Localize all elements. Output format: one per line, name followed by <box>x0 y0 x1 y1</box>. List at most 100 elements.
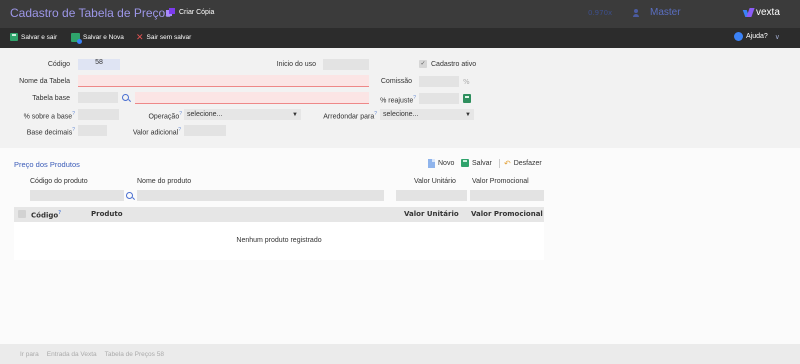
save-exit-button[interactable]: Salvar e sair <box>10 33 57 41</box>
help-button[interactable]: Ajuda? ∨ <box>734 32 780 41</box>
reajuste-label: % reajuste? <box>370 95 416 104</box>
valor-adicional-field[interactable] <box>184 125 226 136</box>
tabela-base-name-field[interactable] <box>135 92 369 104</box>
new-product-label: Novo <box>438 160 455 167</box>
filter-valor-label: Valor Unitário <box>414 178 456 185</box>
help-icon <box>734 32 743 41</box>
search-icon[interactable] <box>126 192 135 201</box>
undo-label: Desfazer <box>513 160 542 167</box>
save-products-button[interactable]: Salvar <box>461 159 492 167</box>
help-mark: ? <box>72 127 75 133</box>
calculator-icon[interactable] <box>463 94 471 103</box>
products-table-header: Código? Produto Valor Unitário Valor Pro… <box>14 207 544 222</box>
comissao-field[interactable] <box>419 76 459 87</box>
col-codigo-header-text: Código <box>31 211 59 220</box>
valor-adicional-label-text: Valor adicional <box>132 129 179 137</box>
sobre-base-label: % sobre a base? <box>4 111 75 120</box>
operacao-select-value: selecione... <box>187 111 223 118</box>
save-icon <box>10 33 18 41</box>
save-new-label: Salvar e Nova <box>83 34 124 41</box>
filter-valor-input[interactable] <box>396 190 467 201</box>
codigo-field[interactable]: 58 <box>78 59 120 70</box>
base-decimais-label-text: Base decimais <box>26 129 73 137</box>
new-document-icon <box>428 159 435 168</box>
cadastro-ativo-checkbox[interactable]: ✓ <box>419 60 427 68</box>
products-section-title: Preço dos Produtos <box>14 160 80 169</box>
sobre-base-field[interactable] <box>78 109 119 120</box>
exit-without-save-button[interactable]: ✕ Sair sem salvar <box>136 33 192 42</box>
exit-without-save-label: Sair sem salvar <box>146 33 192 41</box>
comissao-percent-sign: % <box>463 78 470 86</box>
arredondar-select[interactable]: selecione... ▼ <box>380 109 474 120</box>
new-product-button[interactable]: Novo <box>428 159 454 168</box>
arredondar-label-text: Arredondar para <box>323 113 375 121</box>
help-mark: ? <box>178 127 181 133</box>
user-icon[interactable] <box>632 9 640 17</box>
inicio-uso-field[interactable] <box>323 59 369 70</box>
filter-nome-label: Nome do produto <box>137 178 192 185</box>
filter-codigo-label: Código do produto <box>30 178 88 185</box>
help-mark: ? <box>413 95 416 101</box>
help-mark: ? <box>72 111 75 117</box>
reajuste-field[interactable] <box>419 93 459 104</box>
search-icon[interactable] <box>122 94 131 103</box>
col-promo-header[interactable]: Valor Promocional <box>471 210 543 218</box>
breadcrumb-item[interactable]: Entrada da Vexta <box>47 351 97 358</box>
chevron-down-icon: ∨ <box>774 33 780 41</box>
vexta-logo-icon <box>744 8 754 18</box>
base-decimais-label: Base decimais? <box>4 127 75 136</box>
version-label: 0.970x <box>588 9 613 17</box>
page-title: Cadastro de Tabela de Preços <box>10 6 172 20</box>
select-all-checkbox[interactable] <box>18 210 26 218</box>
operacao-select[interactable]: selecione... ▼ <box>184 109 301 120</box>
col-valor-header[interactable]: Valor Unitário <box>404 210 459 218</box>
help-mark: ? <box>58 210 62 216</box>
toolbar-divider <box>499 159 500 168</box>
breadcrumb-item[interactable]: Ir para <box>20 351 39 358</box>
codigo-label: Código <box>47 61 70 68</box>
operacao-label: Operação? <box>120 111 182 120</box>
empty-state-message: Nenhum produto registrado <box>236 237 322 244</box>
filter-nome-input[interactable] <box>137 190 384 201</box>
nome-tabela-field[interactable] <box>78 75 369 87</box>
copy-icon <box>166 8 175 16</box>
breadcrumb: Ir para Entrada da Vexta Tabela de Preço… <box>0 344 800 364</box>
save-icon <box>461 159 469 167</box>
create-copy-label: Criar Cópia <box>179 8 215 16</box>
filter-promo-label: Valor Promocional <box>472 178 529 185</box>
chevron-down-icon: ▼ <box>465 111 471 118</box>
reajuste-label-text: % reajuste <box>380 97 414 105</box>
undo-icon: ↶ <box>504 159 511 168</box>
undo-button[interactable]: ↶ Desfazer <box>504 159 542 168</box>
comissao-label: Comissão <box>380 78 412 85</box>
products-table-body: Nenhum produto registrado <box>14 222 544 260</box>
cadastro-ativo-label: Cadastro ativo <box>431 61 477 68</box>
save-exit-label: Salvar e sair <box>21 33 58 41</box>
arredondar-select-value: selecione... <box>383 111 419 118</box>
tabela-base-code-field[interactable] <box>78 92 118 103</box>
help-mark: ? <box>374 111 377 117</box>
tabela-base-label: Tabela base <box>32 95 70 102</box>
top-bar: Cadastro de Tabela de Preços Criar Cópia… <box>0 0 800 28</box>
user-name[interactable]: Master <box>650 7 681 18</box>
sobre-base-label-text: % sobre a base <box>23 113 73 121</box>
products-panel: Preço dos Produtos Novo Salvar ↶ Desfaze… <box>0 148 800 344</box>
help-mark: ? <box>179 111 182 117</box>
save-new-button[interactable]: Salvar e Nova <box>71 33 124 44</box>
col-codigo-header[interactable]: Código? <box>31 210 61 219</box>
filter-promo-input[interactable] <box>470 190 544 201</box>
valor-adicional-label: Valor adicional? <box>110 127 181 136</box>
action-toolbar: Salvar e sair Salvar e Nova ✕ Sair sem s… <box>0 28 800 48</box>
col-produto-header[interactable]: Produto <box>91 210 123 218</box>
nome-tabela-label: Nome da Tabela <box>19 78 70 85</box>
create-copy-button[interactable]: Criar Cópia <box>166 8 214 16</box>
breadcrumb-item[interactable]: Tabela de Preços 58 <box>105 351 164 358</box>
vexta-logo-text: vexta <box>756 7 780 18</box>
filter-codigo-input[interactable] <box>30 190 124 201</box>
base-decimais-field[interactable] <box>78 125 107 136</box>
save-products-label: Salvar <box>472 159 492 167</box>
vexta-logo: vexta <box>744 7 780 18</box>
price-table-form: Código 58 Inicio do uso ✓ Cadastro ativo… <box>0 48 800 148</box>
help-label: Ajuda? <box>746 33 768 40</box>
save-new-icon <box>71 33 82 44</box>
